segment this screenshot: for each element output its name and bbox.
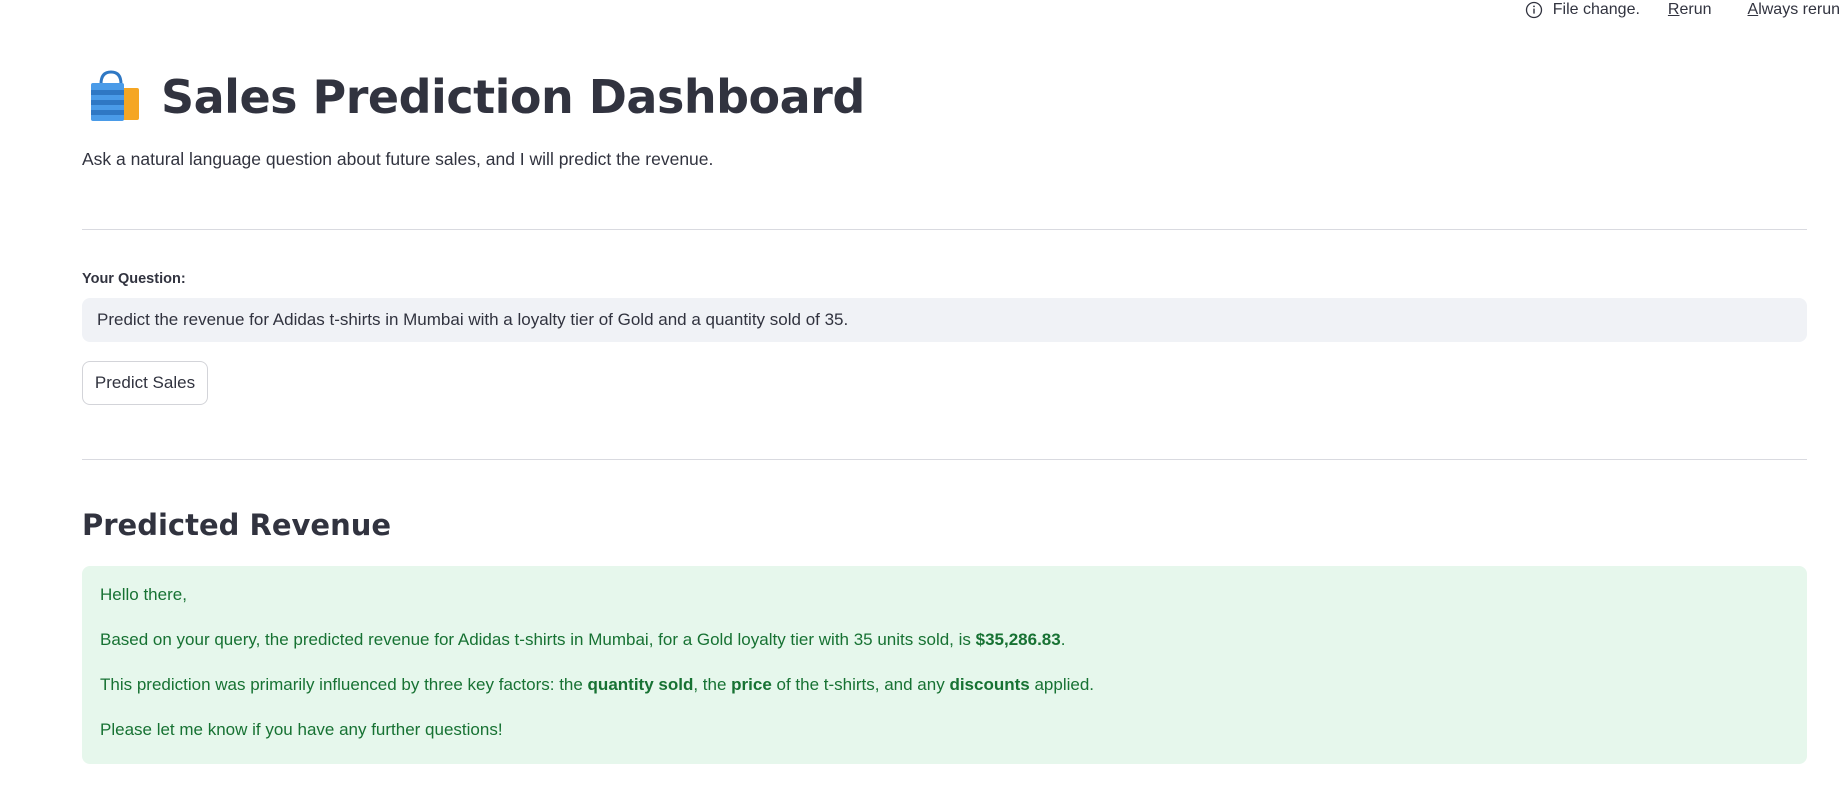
result-greeting: Hello there,: [100, 585, 187, 604]
file-change-status: File change.: [1525, 1, 1640, 19]
rerun-shortcut-letter: R: [1667, 1, 1680, 18]
shopping-bags-icon: [87, 70, 143, 124]
top-status-bar: File change. Rerun Always rerun: [1525, 0, 1845, 20]
always-rerun-shortcut-letter: A: [1747, 1, 1759, 18]
result-factors-line: This prediction was primarily influenced…: [100, 674, 1789, 696]
factor-price: price: [731, 675, 772, 694]
factors-text-3: of the t-shirts, and any: [771, 675, 950, 694]
question-input[interactable]: [82, 298, 1807, 342]
predict-sales-button[interactable]: Predict Sales: [82, 361, 208, 405]
page-title: Sales Prediction Dashboard: [161, 70, 865, 124]
result-prediction-line: Based on your query, the predicted reven…: [100, 629, 1789, 651]
result-closing: Please let me know if you have any furth…: [100, 720, 503, 739]
factors-text-1: This prediction was primarily influenced…: [100, 675, 588, 694]
page-subtitle: Ask a natural language question about fu…: [82, 149, 714, 169]
prediction-result-box: Hello there, Based on your query, the pr…: [82, 566, 1807, 764]
always-rerun-label: lways rerun: [1758, 1, 1840, 18]
factor-quantity-sold: quantity sold: [587, 675, 694, 694]
question-label: Your Question:: [82, 271, 186, 287]
factor-discounts: discounts: [949, 675, 1030, 694]
predicted-revenue-amount: $35,286.83: [975, 630, 1061, 649]
factors-text-2: , the: [693, 675, 732, 694]
factors-text-4: applied.: [1029, 675, 1095, 694]
predicted-revenue-heading: Predicted Revenue: [82, 508, 392, 542]
page-header: Sales Prediction Dashboard: [87, 70, 865, 124]
always-rerun-button[interactable]: Always rerun: [1748, 1, 1840, 19]
result-prediction-end: .: [1060, 630, 1066, 649]
divider: [82, 229, 1807, 230]
rerun-button[interactable]: Rerun: [1668, 1, 1712, 19]
info-icon: [1525, 1, 1543, 19]
divider: [82, 459, 1807, 460]
rerun-label: erun: [1679, 1, 1712, 18]
result-prediction-text: Based on your query, the predicted reven…: [100, 630, 976, 649]
file-change-text: File change.: [1552, 1, 1640, 18]
